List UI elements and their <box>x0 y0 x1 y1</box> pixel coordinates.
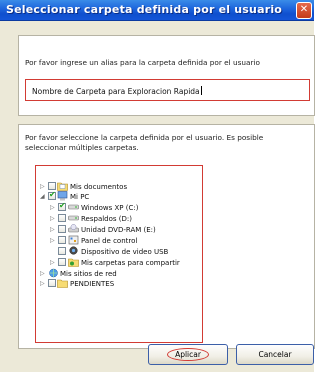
checkbox[interactable]: ✔ <box>48 190 56 200</box>
tree-node-label: Windows XP (C:) <box>81 204 139 212</box>
shared-folder-icon <box>68 258 79 267</box>
folders-label-line1: Por favor seleccione la carpeta definida… <box>25 133 264 142</box>
expand-icon[interactable]: ▷ <box>50 226 56 233</box>
expand-icon[interactable]: ▷ <box>50 259 56 266</box>
checkbox[interactable] <box>58 225 66 233</box>
checkbox[interactable] <box>58 247 66 255</box>
expand-icon[interactable]: ▷ <box>50 215 56 222</box>
cancel-button[interactable]: Cancelar <box>236 344 314 365</box>
tree-node-dvd-ram-e[interactable]: ▷ Unidad DVD-RAM (E:) <box>36 224 201 235</box>
tree-node-label: Mis carpetas para compartir <box>81 259 180 267</box>
tree-node-label: Panel de control <box>81 237 138 245</box>
drive-icon <box>68 204 79 210</box>
tree-node-respaldos-d[interactable]: ▷ Respaldos (D:) <box>36 214 201 224</box>
highlight-oval <box>167 348 209 361</box>
control-panel-icon <box>68 235 79 245</box>
tree-node-label: Mis sitios de red <box>60 270 117 278</box>
computer-icon <box>57 191 68 201</box>
dialog-window: Seleccionar carpeta definida por el usua… <box>0 0 315 372</box>
network-places-icon <box>49 268 58 278</box>
expand-icon[interactable]: ▷ <box>40 270 46 277</box>
tree-node-panel-de-control[interactable]: ▷ Panel de control <box>36 235 201 246</box>
collapse-icon[interactable]: ◢ <box>40 193 46 200</box>
close-button[interactable]: ✕ <box>296 2 312 19</box>
cancel-button-label: Cancelar <box>258 350 292 359</box>
alias-panel: Por favor ingrese un alias para la carpe… <box>18 35 315 116</box>
alias-input-value: Nombre de Carpeta para Exploracion Rapid… <box>32 86 202 96</box>
dvd-drive-icon <box>68 224 79 233</box>
tree-node-windows-xp-c[interactable]: ▷ ✔ Windows XP (C:) <box>36 201 201 213</box>
window-title: Seleccionar carpeta definida por el usua… <box>6 3 283 16</box>
folders-panel: Por favor seleccione la carpeta definida… <box>18 124 315 349</box>
folders-label-line2: seleccionar múltiples carpetas. <box>25 143 139 152</box>
checkbox[interactable] <box>58 258 66 266</box>
apply-button[interactable]: Aplicar <box>148 344 228 365</box>
alias-input[interactable]: Nombre de Carpeta para Exploracion Rapid… <box>25 79 310 101</box>
tree-node-label: Mi PC <box>70 193 90 201</box>
checkbox[interactable] <box>58 214 66 222</box>
expand-icon[interactable]: ▷ <box>50 237 56 244</box>
tree-node-video-usb[interactable]: Dispositivo de video USB <box>36 246 201 257</box>
tree-node-label: Unidad DVD-RAM (E:) <box>81 226 156 234</box>
alias-label: Por favor ingrese un alias para la carpe… <box>25 58 261 67</box>
checkbox[interactable] <box>58 236 66 244</box>
checkbox[interactable]: ✔ <box>58 201 66 211</box>
folder-icon <box>57 279 68 288</box>
tree-node-label: PENDIENTES <box>70 280 115 288</box>
tree-node-label: Respaldos (D:) <box>81 215 132 223</box>
expand-icon[interactable]: ▷ <box>40 183 46 190</box>
tree-node-label: Dispositivo de video USB <box>81 248 169 256</box>
tree-node-pendientes[interactable]: ▷ PENDIENTES <box>36 279 201 289</box>
checkbox[interactable] <box>48 182 56 190</box>
expand-icon[interactable]: ▷ <box>50 204 56 211</box>
webcam-icon <box>69 246 78 255</box>
folder-documents-icon <box>57 182 68 191</box>
title-bar[interactable]: Seleccionar carpeta definida por el usua… <box>0 0 314 21</box>
checkbox[interactable] <box>48 279 56 287</box>
tree-node-label: Mis documentos <box>70 183 128 191</box>
folder-tree: ▷ Mis documentos ◢ ✔ Mi PC ▷ ✔ Windows X… <box>35 165 203 343</box>
expand-icon[interactable]: ▷ <box>40 280 46 287</box>
tree-node-mis-carpetas-compartir[interactable]: ▷ Mis carpetas para compartir <box>36 258 201 268</box>
drive-icon <box>68 215 79 221</box>
